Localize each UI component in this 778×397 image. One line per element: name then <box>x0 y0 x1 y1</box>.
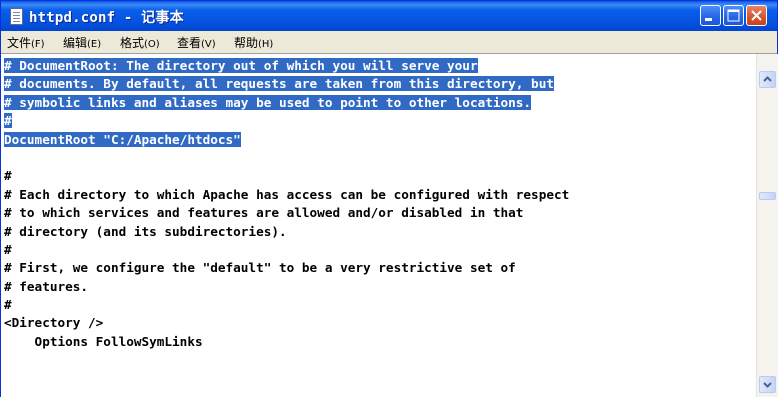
text-line: # features. <box>4 278 89 294</box>
menu-format[interactable]: 格式(O) <box>120 34 160 51</box>
close-icon <box>751 10 762 21</box>
selected-text: # <box>4 113 12 129</box>
title-bar[interactable]: httpd.conf - 记事本 <box>1 1 777 31</box>
text-editor[interactable]: # DocumentRoot: The directory out of whi… <box>1 53 778 397</box>
menu-bar: 文件(F) 编辑(E) 格式(O) 查看(V) 帮助(H) <box>1 31 777 53</box>
text-line: # <box>4 112 754 130</box>
text-line: <Directory /> <box>4 315 104 331</box>
selected-text: DocumentRoot "C:/Apache/htdocs" <box>4 131 241 147</box>
text-line: # documents. By default, all requests ar… <box>4 75 754 93</box>
minimize-button[interactable] <box>700 5 721 26</box>
scroll-up-arrow-icon <box>763 76 772 82</box>
selected-text: # symbolic links and aliases may be used… <box>4 94 532 110</box>
text-line: Options FollowSymLinks <box>4 333 203 349</box>
minimize-icon <box>705 18 712 21</box>
text-line: # DocumentRoot: The directory out of whi… <box>4 57 754 75</box>
close-button[interactable] <box>746 5 767 26</box>
scroll-up-button[interactable] <box>759 71 776 88</box>
text-line: # to which services and features are all… <box>4 205 524 221</box>
vertical-scrollbar[interactable] <box>756 54 778 397</box>
text-line <box>4 149 754 167</box>
text-line: # Each directory to which Apache has acc… <box>4 186 570 202</box>
text-line: # <box>4 168 12 184</box>
text-line: # First, we configure the "default" to b… <box>4 260 516 276</box>
notepad-window: httpd.conf - 记事本 文件(F) 编辑(E) 格式(O) 查看(V)… <box>0 0 778 397</box>
text-line: # directory (and its subdirectories). <box>4 223 287 239</box>
maximize-button[interactable] <box>723 5 744 26</box>
scrollbar-thumb[interactable] <box>759 192 776 200</box>
menu-view[interactable]: 查看(V) <box>177 34 216 51</box>
selected-text: # DocumentRoot: The directory out of whi… <box>4 58 478 73</box>
scroll-down-button[interactable] <box>759 376 776 393</box>
text-line: # <box>4 241 12 257</box>
text-content[interactable]: # DocumentRoot: The directory out of whi… <box>4 57 754 395</box>
text-line: DocumentRoot "C:/Apache/htdocs" <box>4 131 754 149</box>
notepad-icon[interactable] <box>10 8 23 25</box>
scroll-down-arrow-icon <box>763 382 772 388</box>
maximize-icon <box>727 9 740 22</box>
menu-edit[interactable]: 编辑(E) <box>63 34 101 51</box>
window-title: httpd.conf - 记事本 <box>29 10 184 26</box>
menu-file[interactable]: 文件(F) <box>7 34 45 51</box>
selected-text: # documents. By default, all requests ar… <box>4 76 554 92</box>
menu-help[interactable]: 帮助(H) <box>234 34 273 51</box>
text-line: # symbolic links and aliases may be used… <box>4 94 754 112</box>
text-line: # <box>4 297 12 313</box>
